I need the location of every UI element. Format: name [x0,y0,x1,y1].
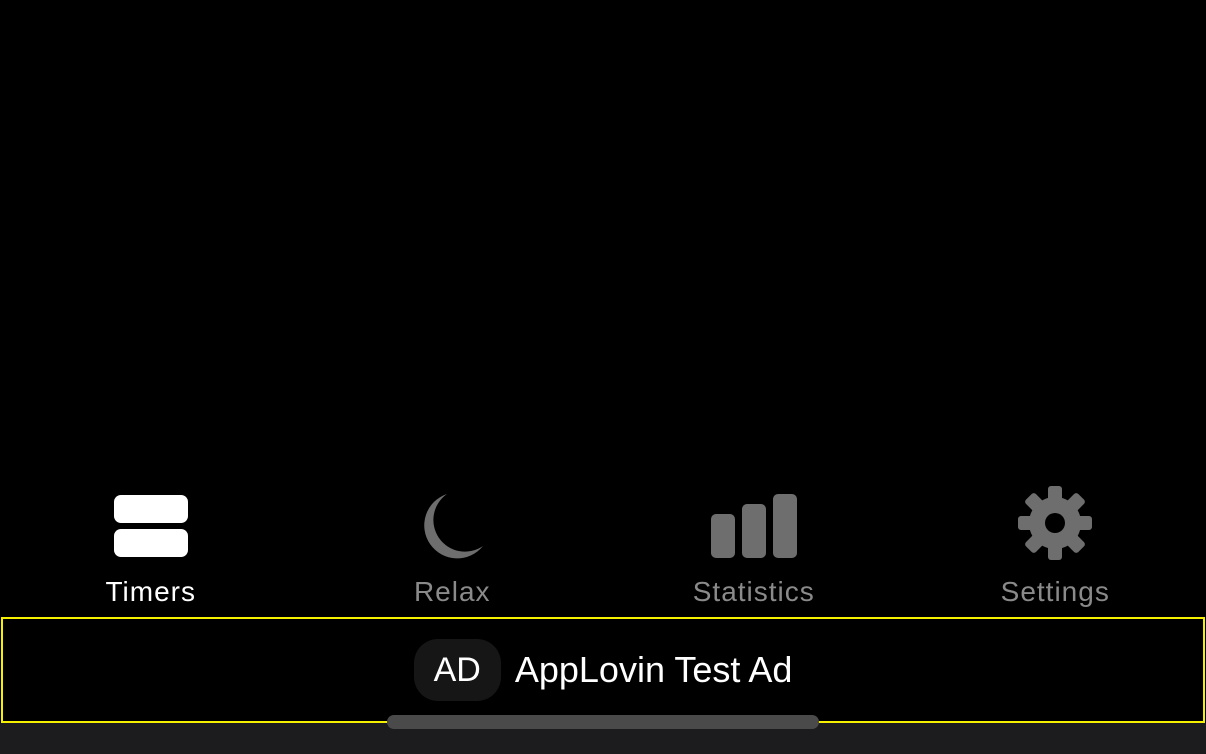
tab-bar: Timers Relax Statistics Settings [0,470,1206,616]
main-content [0,0,1206,470]
home-indicator[interactable] [387,715,819,729]
tab-settings[interactable]: Settings [905,470,1206,616]
tab-timers-label: Timers [105,576,196,607]
tab-relax[interactable]: Relax [302,470,604,616]
bar-chart-icon [704,470,804,570]
app-screen: Timers Relax Statistics Settings AD AppL… [0,0,1206,754]
gear-icon [1005,470,1105,570]
ad-badge: AD [413,639,501,701]
tab-statistics-label: Statistics [692,576,815,607]
tab-timers[interactable]: Timers [0,470,302,616]
ad-banner[interactable]: AD AppLovin Test Ad [1,617,1205,723]
moon-icon [402,470,502,570]
timers-icon [101,470,201,570]
tab-relax-label: Relax [413,576,491,607]
tab-statistics[interactable]: Statistics [603,470,905,616]
ad-title: AppLovin Test Ad [514,649,793,690]
tab-settings-label: Settings [1000,576,1110,607]
